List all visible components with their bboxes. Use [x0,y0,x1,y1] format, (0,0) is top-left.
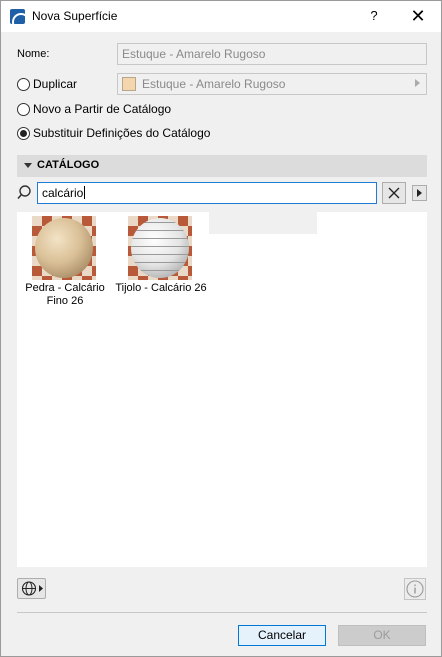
catalog-item-label: Pedra - Calcário Fino 26 [25,282,105,307]
catalog-search-input[interactable]: calcário [37,182,377,204]
clear-search-button[interactable] [382,182,406,204]
results-header-strip [209,212,317,234]
search-icon [17,185,31,200]
cancel-button[interactable]: Cancelar [238,625,326,646]
help-button[interactable]: ? [363,4,385,28]
new-from-catalog-radio[interactable] [17,103,30,116]
duplicate-source-dropdown[interactable]: Estuque - Amarelo Rugoso [117,73,427,95]
surface-thumbnail [128,216,192,280]
collapse-triangle-icon [24,163,32,168]
replace-from-catalog-radio[interactable] [17,127,30,140]
title-bar: Nova Superfície ? ✕ [1,1,441,32]
catalog-source-button[interactable] [17,578,46,599]
surface-thumbnail [32,216,96,280]
name-label: Nome: [17,48,50,60]
info-icon [406,580,424,598]
brick-sphere-icon [131,218,189,278]
expand-catalog-button[interactable] [412,185,427,201]
duplicate-radio-label[interactable]: Duplicar [33,77,77,91]
surface-color-swatch [122,77,136,91]
footer-divider [17,612,427,613]
dropdown-arrow-icon [415,79,420,87]
globe-icon [21,581,43,596]
close-button[interactable]: ✕ [405,4,431,28]
replace-from-catalog-label[interactable]: Substituir Definições do Catálogo [33,126,210,140]
ok-button[interactable]: OK [338,625,426,646]
info-button[interactable] [404,578,426,600]
stone-sphere-icon [35,218,93,278]
catalog-section-header[interactable]: CATÁLOGO [17,155,427,177]
catalog-item-label: Tijolo - Calcário 26 [115,282,207,294]
archicad-logo-icon [10,9,25,24]
catalog-title: CATÁLOGO [37,159,100,171]
new-surface-dialog: Nova Superfície ? ✕ Nome: Estuque - Amar… [0,0,442,657]
window-title: Nova Superfície [32,9,118,23]
clear-x-icon [388,187,400,199]
catalog-results-panel: Pedra - Calcário Fino 26 Tijolo - Calcár… [17,212,427,567]
name-field[interactable]: Estuque - Amarelo Rugoso [117,43,427,65]
duplicate-radio[interactable] [17,78,30,91]
new-from-catalog-label[interactable]: Novo a Partir de Catálogo [33,102,171,116]
